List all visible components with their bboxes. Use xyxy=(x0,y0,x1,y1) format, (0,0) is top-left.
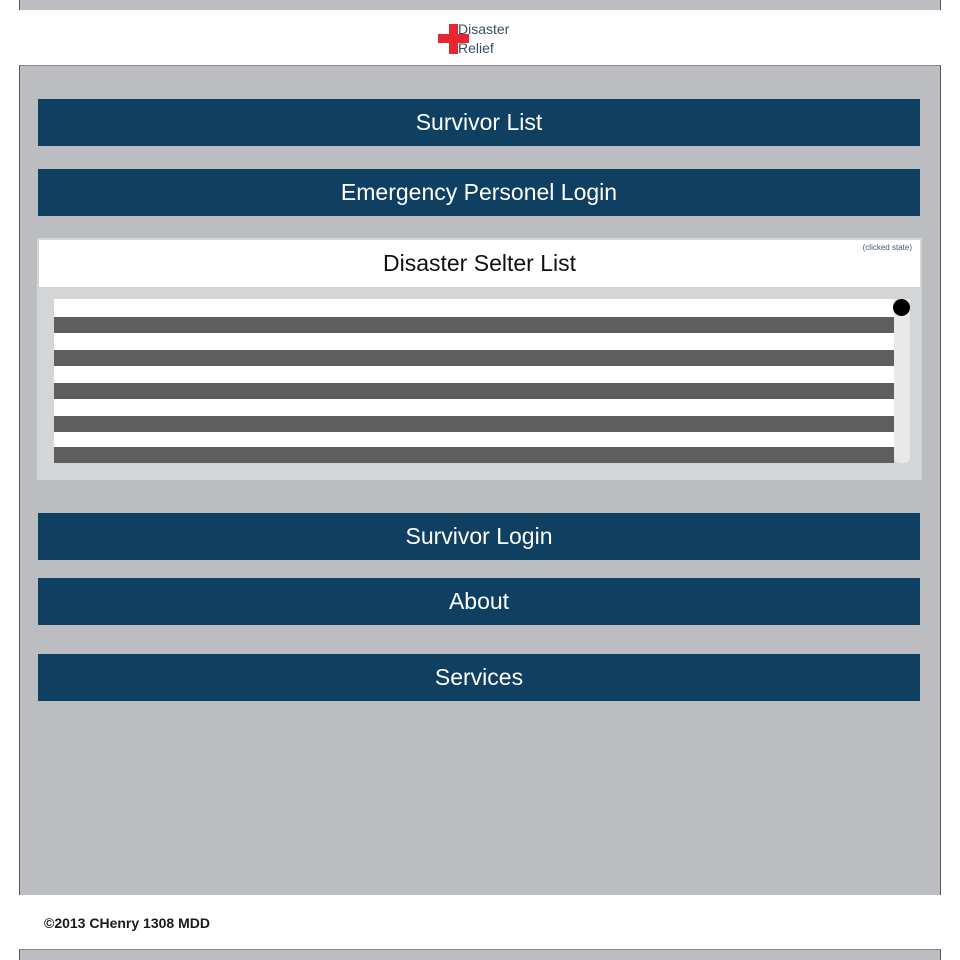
list-item[interactable] xyxy=(54,383,894,399)
logo-text-relief: Relief xyxy=(458,40,494,56)
survivor-list-button[interactable]: Survivor List xyxy=(38,99,920,146)
scrollbar-track[interactable] xyxy=(894,299,910,463)
disaster-relief-logo[interactable]: Disaster Relief xyxy=(438,20,528,60)
disaster-shelter-list-panel: Disaster Selter List (clicked state) xyxy=(37,238,922,480)
list-item[interactable] xyxy=(54,447,894,463)
services-button[interactable]: Services xyxy=(38,654,920,701)
header: Disaster Relief xyxy=(0,10,960,65)
bottom-edge-strip xyxy=(19,949,941,960)
footer: ©2013 CHenry 1308 MDD xyxy=(0,895,960,949)
list-item[interactable] xyxy=(54,416,894,432)
disaster-shelter-list-header[interactable]: Disaster Selter List (clicked state) xyxy=(39,240,920,287)
emergency-personel-login-button[interactable]: Emergency Personel Login xyxy=(38,169,920,216)
shelter-list xyxy=(54,299,894,463)
top-edge-strip xyxy=(19,0,941,10)
shelter-list-title: Disaster Selter List xyxy=(382,250,576,276)
list-item[interactable] xyxy=(54,350,894,366)
copyright-text: ©2013 CHenry 1308 MDD xyxy=(44,915,210,931)
list-item[interactable] xyxy=(54,317,894,333)
app-page: Disaster Relief Survivor List Emergency … xyxy=(0,0,960,960)
logo-text-disaster: Disaster xyxy=(458,21,510,37)
clicked-state-note: (clicked state) xyxy=(862,243,912,252)
survivor-login-button[interactable]: Survivor Login xyxy=(38,513,920,560)
scrollbar-thumb[interactable] xyxy=(893,299,910,316)
about-button[interactable]: About xyxy=(38,578,920,625)
main-content: Survivor List Emergency Personel Login D… xyxy=(19,65,941,895)
